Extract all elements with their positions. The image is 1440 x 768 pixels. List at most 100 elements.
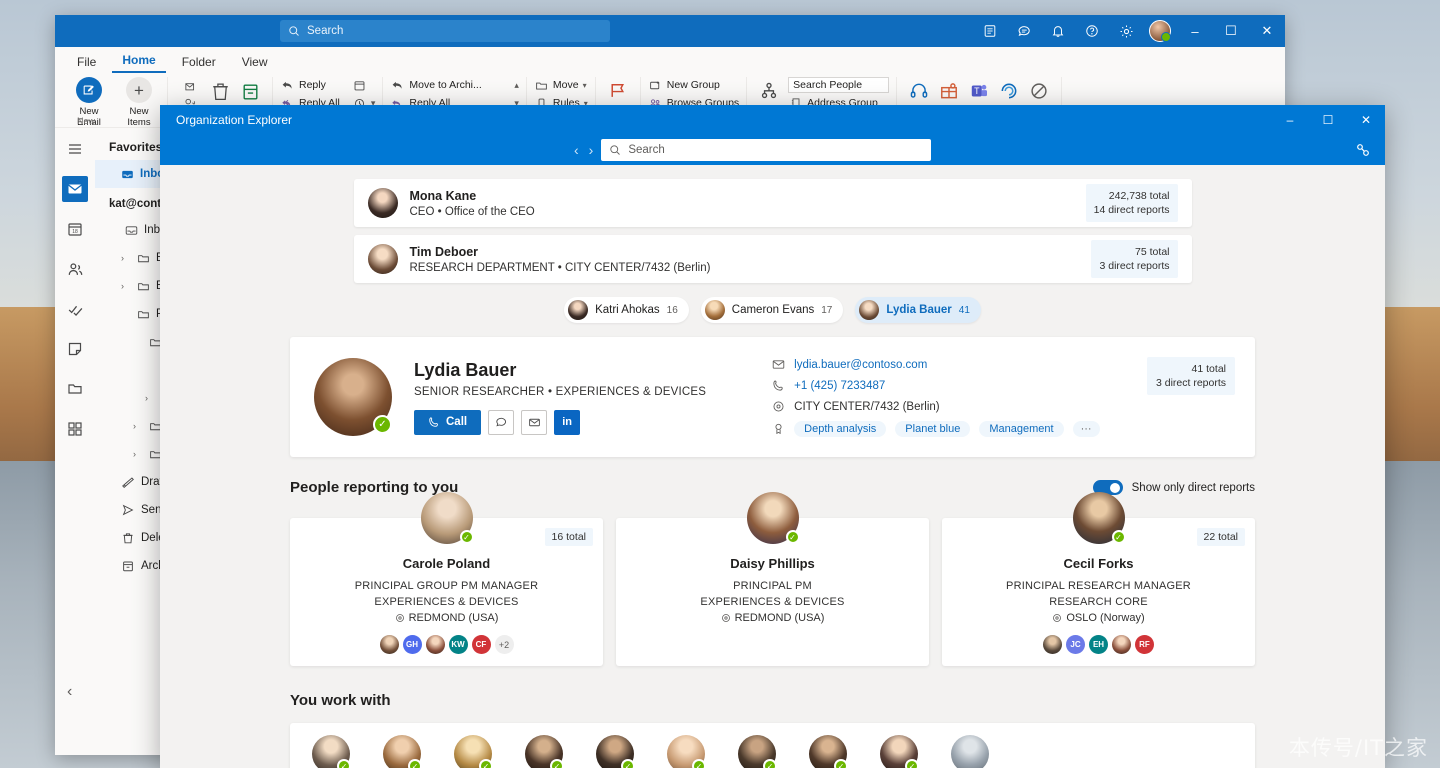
avatar[interactable]	[426, 635, 445, 654]
profile-email[interactable]: lydia.bauer@contoso.com	[794, 359, 927, 371]
chevron-down-icon[interactable]: ⱟ	[145, 365, 155, 375]
more-tags-button[interactable]: ···	[1073, 421, 1100, 437]
hamburger-icon[interactable]	[62, 136, 88, 162]
avatar-initials[interactable]: EH	[1089, 635, 1108, 654]
avatar[interactable]: ✓	[880, 735, 918, 768]
chevron-right-icon[interactable]: ›	[121, 281, 131, 291]
search-people-input[interactable]: Search People	[788, 77, 889, 93]
avatar-initials[interactable]: JC	[1066, 635, 1085, 654]
profile-email-row[interactable]: lydia.bauer@contoso.com	[771, 358, 1099, 372]
org-maximize-button[interactable]: ☐	[1309, 105, 1347, 135]
more-avatars-count[interactable]: +2	[495, 635, 514, 654]
call-button[interactable]: Call	[414, 410, 481, 435]
avatar[interactable]: ✓	[667, 735, 705, 768]
org-explorer-title: Organization Explorer	[176, 113, 292, 127]
profile-phone[interactable]: +1 (425) 7233487	[794, 380, 885, 392]
org-search-input[interactable]: Search	[601, 139, 931, 161]
avatar[interactable]: ✓	[312, 735, 350, 768]
avatar[interactable]	[1112, 635, 1131, 654]
move-button[interactable]: Move ▾	[534, 77, 588, 93]
outlook-close-button[interactable]: ✕	[1249, 15, 1285, 47]
person-card-cecil-forks[interactable]: ✓ 22 total Cecil Forks PRINCIPAL RESEARC…	[942, 518, 1255, 666]
linkedin-button[interactable]: in	[554, 410, 580, 435]
avatar-initials[interactable]: CF	[472, 635, 491, 654]
avatar[interactable]: ✓	[383, 735, 421, 768]
move-label: Move	[553, 79, 579, 91]
outlook-minimize-button[interactable]: –	[1177, 15, 1213, 47]
avatar-initials[interactable]: RF	[1135, 635, 1154, 654]
outlook-search-input[interactable]: Search	[280, 20, 610, 42]
avatar[interactable]	[380, 635, 399, 654]
profile-skills-row: Depth analysis Planet blue Management ··…	[771, 421, 1099, 437]
peer-chip-lydia-bauer[interactable]: Lydia Bauer 41	[855, 297, 981, 323]
sidebar-item-mail[interactable]	[62, 176, 88, 202]
reply-icon	[390, 78, 405, 93]
chevron-right-icon[interactable]: ›	[133, 449, 143, 459]
chat-button[interactable]	[488, 410, 514, 435]
quicksteps-scroll-up[interactable]: ▴	[514, 77, 519, 93]
gear-icon[interactable]	[1109, 15, 1143, 47]
org-minimize-button[interactable]: –	[1271, 105, 1309, 135]
bell-icon[interactable]	[1041, 15, 1075, 47]
person-card-carole-poland[interactable]: ✓ 16 total Carole Poland PRINCIPAL GROUP…	[290, 518, 603, 666]
avatar-initials[interactable]: KW	[449, 635, 468, 654]
skill-tag[interactable]: Planet blue	[895, 421, 970, 437]
avatar[interactable]: ✓	[525, 735, 563, 768]
avatar[interactable]: ✓	[596, 735, 634, 768]
avatar[interactable]: ✓	[454, 735, 492, 768]
manager-chain-row[interactable]: Tim Deboer RESEARCH DEPARTMENT • CITY CE…	[354, 235, 1192, 283]
skill-tag[interactable]: Management	[979, 421, 1063, 437]
meeting-button[interactable]	[352, 77, 376, 93]
user-avatar[interactable]	[1149, 20, 1171, 42]
forward-button[interactable]: ›	[589, 142, 594, 158]
tab-home[interactable]: Home	[112, 50, 165, 73]
collapse-rail-button[interactable]: ‹	[67, 683, 72, 701]
help-icon[interactable]	[1075, 15, 1109, 47]
new-group-button[interactable]: New Group	[648, 77, 739, 93]
person-card-daisy-phillips[interactable]: ✓ Daisy Phillips PRINCIPAL PM EXPERIENCE…	[616, 518, 929, 666]
chip-label: Cameron Evans	[732, 304, 814, 316]
sidebar-item-folders[interactable]	[62, 376, 88, 402]
person-role-line-1: PRINCIPAL PM	[628, 578, 917, 594]
peer-chip-cameron-evans[interactable]: Cameron Evans 17	[701, 297, 844, 323]
sidebar-item-apps[interactable]	[62, 416, 88, 442]
chevron-right-icon[interactable]: ›	[133, 421, 143, 431]
tab-folder[interactable]: Folder	[172, 52, 226, 73]
notes-icon[interactable]	[973, 15, 1007, 47]
call-label: Call	[446, 416, 467, 428]
chevron-down-icon[interactable]: ⱟ	[133, 337, 143, 347]
sidebar-item-tasks[interactable]	[62, 296, 88, 322]
tab-view[interactable]: View	[232, 52, 278, 73]
new-items-button[interactable]: + New Items	[118, 77, 160, 128]
chevron-down-icon[interactable]: ⱟ	[121, 309, 131, 319]
avatar[interactable]: ✓	[809, 735, 847, 768]
sidebar-item-calendar[interactable]: 18	[62, 216, 88, 242]
manager-chain-row[interactable]: Mona Kane CEO • Office of the CEO 242,73…	[354, 179, 1192, 227]
skill-tag[interactable]: Depth analysis	[794, 421, 886, 437]
outlook-maximize-button[interactable]: ☐	[1213, 15, 1249, 47]
reply-button[interactable]: Reply	[280, 77, 340, 93]
chevron-down-icon[interactable]: ⱟ	[109, 225, 119, 235]
avatar-initials[interactable]: GH	[403, 635, 422, 654]
sidebar-item-notes[interactable]	[62, 336, 88, 362]
move-to-archive-button[interactable]: Move to Archi...	[390, 77, 510, 93]
person-role-line-1: PRINCIPAL GROUP PM MANAGER	[302, 578, 591, 594]
avatar[interactable]	[1043, 635, 1062, 654]
org-close-button[interactable]: ✕	[1347, 105, 1385, 135]
email-button[interactable]	[521, 410, 547, 435]
peer-chip-katri-ahokas[interactable]: Katri Ahokas 16	[564, 297, 689, 323]
share-icon[interactable]	[1355, 142, 1371, 158]
sidebar-item-people[interactable]	[62, 256, 88, 282]
avatar[interactable]: ✓	[738, 735, 776, 768]
back-button[interactable]: ‹	[574, 142, 579, 158]
chevron-right-icon[interactable]: ›	[145, 393, 155, 403]
chevron-right-icon[interactable]: ›	[121, 253, 131, 263]
profile-phone-row[interactable]: +1 (425) 7233487	[771, 379, 1099, 393]
avatar[interactable]	[951, 735, 989, 768]
tab-file[interactable]: File	[67, 52, 106, 73]
calendar-icon	[352, 78, 367, 93]
archive-icon	[121, 559, 135, 573]
report-stats: 75 total 3 direct reports	[1091, 240, 1177, 278]
chat-icon[interactable]	[1007, 15, 1041, 47]
chevron-down-icon[interactable]: ▾	[583, 81, 587, 90]
